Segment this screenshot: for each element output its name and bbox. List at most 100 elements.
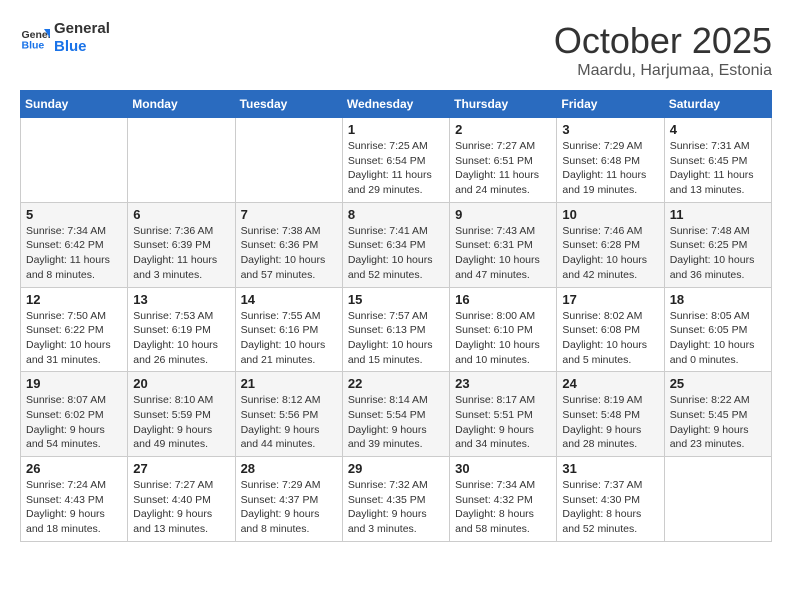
day-number: 30: [455, 461, 551, 476]
calendar-cell: 22 Sunrise: 8:14 AMSunset: 5:54 PMDayligh…: [342, 372, 449, 457]
day-info: Sunrise: 7:34 AMSunset: 4:32 PMDaylight:…: [455, 478, 551, 537]
calendar-cell: 20 Sunrise: 8:10 AMSunset: 5:59 PMDayligh…: [128, 372, 235, 457]
calendar: SundayMondayTuesdayWednesdayThursdayFrid…: [20, 90, 772, 542]
calendar-cell: [235, 118, 342, 203]
weekday-header: Saturday: [664, 91, 771, 118]
day-number: 12: [26, 292, 122, 307]
calendar-cell: 13Sunrise: 7:53 AMSunset: 6:19 PMDayligh…: [128, 287, 235, 372]
calendar-cell: 4 Sunrise: 7:31 AMSunset: 6:45 PMDaylight…: [664, 118, 771, 203]
calendar-cell: [128, 118, 235, 203]
calendar-week-row: 5 Sunrise: 7:34 AMSunset: 6:42 PMDaylight…: [21, 202, 772, 287]
day-number: 10: [562, 207, 658, 222]
day-number: 28: [241, 461, 337, 476]
day-info: Sunrise: 7:36 AMSunset: 6:39 PMDaylight:…: [133, 224, 229, 283]
calendar-cell: 11 Sunrise: 7:48 AMSunset: 6:25 PMDayligh…: [664, 202, 771, 287]
location: Maardu, Harjumaa, Estonia: [554, 62, 772, 80]
calendar-cell: 5 Sunrise: 7:34 AMSunset: 6:42 PMDaylight…: [21, 202, 128, 287]
day-number: 6: [133, 207, 229, 222]
day-info: Sunrise: 8:00 AMSunset: 6:10 PMDaylight:…: [455, 309, 551, 368]
day-number: 1: [348, 122, 444, 137]
calendar-cell: 6 Sunrise: 7:36 AMSunset: 6:39 PMDaylight…: [128, 202, 235, 287]
day-number: 18: [670, 292, 766, 307]
calendar-cell: 9Sunrise: 7:43 AMSunset: 6:31 PMDaylight…: [450, 202, 557, 287]
day-number: 9: [455, 207, 551, 222]
day-number: 26: [26, 461, 122, 476]
day-info: Sunrise: 7:27 AMSunset: 4:40 PMDaylight:…: [133, 478, 229, 537]
svg-text:Blue: Blue: [22, 40, 45, 52]
logo-line1: General: [54, 20, 110, 38]
day-number: 29: [348, 461, 444, 476]
day-number: 15: [348, 292, 444, 307]
day-info: Sunrise: 7:29 AMSunset: 4:37 PMDaylight:…: [241, 478, 337, 537]
day-number: 27: [133, 461, 229, 476]
calendar-cell: 23Sunrise: 8:17 AMSunset: 5:51 PMDayligh…: [450, 372, 557, 457]
calendar-cell: 28 Sunrise: 7:29 AMSunset: 4:37 PMDayligh…: [235, 457, 342, 542]
day-info: Sunrise: 7:37 AMSunset: 4:30 PMDaylight:…: [562, 478, 658, 537]
calendar-cell: 7Sunrise: 7:38 AMSunset: 6:36 PMDaylight…: [235, 202, 342, 287]
weekday-header: Wednesday: [342, 91, 449, 118]
day-number: 4: [670, 122, 766, 137]
calendar-cell: 8Sunrise: 7:41 AMSunset: 6:34 PMDaylight…: [342, 202, 449, 287]
day-number: 14: [241, 292, 337, 307]
day-info: Sunrise: 8:07 AMSunset: 6:02 PMDaylight:…: [26, 393, 122, 452]
day-number: 3: [562, 122, 658, 137]
day-info: Sunrise: 7:57 AMSunset: 6:13 PMDaylight:…: [348, 309, 444, 368]
day-number: 5: [26, 207, 122, 222]
calendar-cell: 2 Sunrise: 7:27 AMSunset: 6:51 PMDaylight…: [450, 118, 557, 203]
calendar-cell: 27 Sunrise: 7:27 AMSunset: 4:40 PMDayligh…: [128, 457, 235, 542]
logo-line2: Blue: [54, 38, 110, 56]
logo-icon: General Blue: [20, 23, 50, 53]
calendar-cell: 16 Sunrise: 8:00 AMSunset: 6:10 PMDayligh…: [450, 287, 557, 372]
day-number: 25: [670, 376, 766, 391]
page-header: General Blue General Blue October 2025 M…: [20, 20, 772, 80]
day-number: 2: [455, 122, 551, 137]
day-number: 11: [670, 207, 766, 222]
weekday-header: Thursday: [450, 91, 557, 118]
logo: General Blue General Blue: [20, 20, 110, 56]
calendar-cell: 29Sunrise: 7:32 AMSunset: 4:35 PMDayligh…: [342, 457, 449, 542]
calendar-cell: 18Sunrise: 8:05 AMSunset: 6:05 PMDayligh…: [664, 287, 771, 372]
day-info: Sunrise: 8:14 AMSunset: 5:54 PMDaylight:…: [348, 393, 444, 452]
day-number: 31: [562, 461, 658, 476]
day-info: Sunrise: 7:50 AMSunset: 6:22 PMDaylight:…: [26, 309, 122, 368]
month-title: October 2025: [554, 20, 772, 62]
weekday-header-row: SundayMondayTuesdayWednesdayThursdayFrid…: [21, 91, 772, 118]
calendar-week-row: 19Sunrise: 8:07 AMSunset: 6:02 PMDayligh…: [21, 372, 772, 457]
weekday-header: Monday: [128, 91, 235, 118]
calendar-cell: 19Sunrise: 8:07 AMSunset: 6:02 PMDayligh…: [21, 372, 128, 457]
day-info: Sunrise: 7:46 AMSunset: 6:28 PMDaylight:…: [562, 224, 658, 283]
day-number: 17: [562, 292, 658, 307]
day-info: Sunrise: 7:31 AMSunset: 6:45 PMDaylight:…: [670, 139, 766, 198]
day-info: Sunrise: 8:19 AMSunset: 5:48 PMDaylight:…: [562, 393, 658, 452]
day-info: Sunrise: 7:48 AMSunset: 6:25 PMDaylight:…: [670, 224, 766, 283]
day-info: Sunrise: 7:29 AMSunset: 6:48 PMDaylight:…: [562, 139, 658, 198]
calendar-cell: 12 Sunrise: 7:50 AMSunset: 6:22 PMDayligh…: [21, 287, 128, 372]
day-number: 8: [348, 207, 444, 222]
calendar-cell: 17 Sunrise: 8:02 AMSunset: 6:08 PMDayligh…: [557, 287, 664, 372]
weekday-header: Tuesday: [235, 91, 342, 118]
day-number: 24: [562, 376, 658, 391]
calendar-week-row: 1Sunrise: 7:25 AMSunset: 6:54 PMDaylight…: [21, 118, 772, 203]
calendar-cell: 10 Sunrise: 7:46 AMSunset: 6:28 PMDayligh…: [557, 202, 664, 287]
day-info: Sunrise: 7:55 AMSunset: 6:16 PMDaylight:…: [241, 309, 337, 368]
day-info: Sunrise: 8:10 AMSunset: 5:59 PMDaylight:…: [133, 393, 229, 452]
day-number: 22: [348, 376, 444, 391]
day-number: 23: [455, 376, 551, 391]
calendar-week-row: 12 Sunrise: 7:50 AMSunset: 6:22 PMDayligh…: [21, 287, 772, 372]
day-info: Sunrise: 7:27 AMSunset: 6:51 PMDaylight:…: [455, 139, 551, 198]
calendar-cell: 26 Sunrise: 7:24 AMSunset: 4:43 PMDayligh…: [21, 457, 128, 542]
calendar-cell: 15 Sunrise: 7:57 AMSunset: 6:13 PMDayligh…: [342, 287, 449, 372]
calendar-cell: [664, 457, 771, 542]
day-info: Sunrise: 7:38 AMSunset: 6:36 PMDaylight:…: [241, 224, 337, 283]
day-number: 21: [241, 376, 337, 391]
calendar-week-row: 26 Sunrise: 7:24 AMSunset: 4:43 PMDayligh…: [21, 457, 772, 542]
day-number: 20: [133, 376, 229, 391]
day-info: Sunrise: 7:24 AMSunset: 4:43 PMDaylight:…: [26, 478, 122, 537]
day-info: Sunrise: 8:02 AMSunset: 6:08 PMDaylight:…: [562, 309, 658, 368]
calendar-cell: 30 Sunrise: 7:34 AMSunset: 4:32 PMDayligh…: [450, 457, 557, 542]
calendar-cell: 21Sunrise: 8:12 AMSunset: 5:56 PMDayligh…: [235, 372, 342, 457]
day-number: 13: [133, 292, 229, 307]
calendar-cell: 31 Sunrise: 7:37 AMSunset: 4:30 PMDayligh…: [557, 457, 664, 542]
day-info: Sunrise: 7:34 AMSunset: 6:42 PMDaylight:…: [26, 224, 122, 283]
day-number: 16: [455, 292, 551, 307]
